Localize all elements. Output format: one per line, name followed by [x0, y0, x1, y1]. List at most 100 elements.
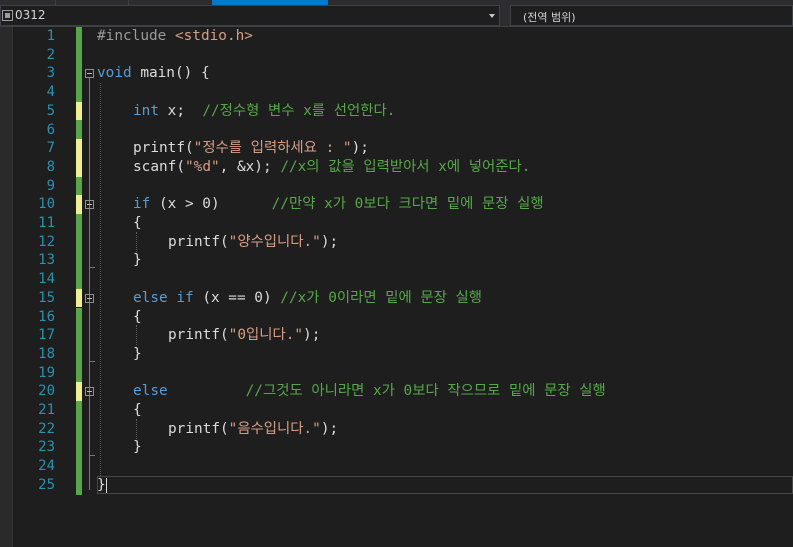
collapse-toggle-icon[interactable] — [85, 200, 94, 210]
code-text[interactable]: printf("양수입니다."); — [168, 233, 338, 252]
keyword: else — [133, 289, 168, 306]
line-number: 19 — [38, 364, 55, 381]
function-call: printf( — [168, 420, 229, 437]
code-line[interactable]: 6 — [0, 121, 793, 140]
code-text[interactable]: { — [133, 401, 142, 420]
scope-label: (전역 범위) — [523, 11, 576, 24]
code-line[interactable]: 10 if (x > 0) //만약 x가 0보다 크다면 밑에 문장 실행 — [0, 195, 793, 214]
line-number: 21 — [38, 402, 55, 418]
code-line[interactable]: 4 — [0, 83, 793, 102]
include-header: <stdio.h> — [174, 28, 253, 44]
line-number: 10 — [38, 196, 55, 213]
code-line[interactable]: 21 { — [0, 401, 793, 420]
code-line[interactable]: 24 — [0, 457, 793, 476]
line-number: 13 — [38, 252, 55, 269]
code-text[interactable]: int x; //정수형 변수 x를 선언한다. — [133, 102, 395, 121]
code-line[interactable]: 5 int x; //정수형 변수 x를 선언한다. — [0, 102, 793, 121]
code-line[interactable]: 25 } — [0, 476, 793, 495]
code-line[interactable]: 16 { — [0, 308, 793, 327]
code-line[interactable]: 13 } — [0, 251, 793, 270]
project-dropdown[interactable]: 0312 — [0, 5, 500, 26]
line-number: 6 — [46, 121, 55, 138]
line-number: 14 — [38, 271, 55, 288]
code-line[interactable]: 12 printf("양수입니다."); — [0, 233, 793, 252]
code-fragment: (x == 0) — [193, 289, 281, 306]
format-specifier: %d — [193, 158, 211, 175]
code-line[interactable]: 20 else //그것도 아니라면 x가 0보다 작으므로 밑에 문장 실행 — [0, 382, 793, 401]
line-number: 3 — [46, 65, 55, 82]
line-number: 9 — [46, 177, 55, 194]
code-line[interactable]: 3 void main() { — [0, 64, 793, 83]
line-number: 2 — [46, 46, 55, 63]
collapse-toggle-icon[interactable] — [85, 387, 94, 397]
code-line[interactable]: 14 — [0, 270, 793, 289]
comment: //그것도 아니라면 x가 0보다 작으므로 밑에 문장 실행 — [245, 383, 606, 400]
scope-dropdown[interactable]: (전역 범위) — [510, 5, 793, 26]
code-text[interactable]: #include <stdio.h> — [97, 27, 253, 46]
line-number: 18 — [38, 345, 55, 362]
code-line[interactable]: 7 printf("정수를 입력하세요 : "); — [0, 139, 793, 158]
line-number: 12 — [38, 233, 55, 250]
code-line[interactable]: 15 else if (x == 0) //x가 0이라면 밑에 문장 실행 — [0, 289, 793, 308]
code-line[interactable]: 2 — [0, 46, 793, 65]
code-text[interactable]: printf("정수를 입력하세요 : "); — [133, 139, 369, 158]
line-number: 22 — [38, 420, 55, 437]
string-quote: " — [210, 158, 220, 175]
line-number: 25 — [38, 476, 55, 493]
code-text[interactable]: } — [133, 438, 142, 457]
keyword: void — [97, 65, 132, 82]
code-text[interactable]: printf("0입니다."); — [168, 326, 320, 345]
keyword: else — [133, 383, 168, 400]
code-fragment: x; — [159, 102, 203, 119]
line-number: 20 — [38, 383, 55, 400]
code-text[interactable]: else if (x == 0) //x가 0이라면 밑에 문장 실행 — [133, 289, 482, 308]
code-line[interactable]: 17 printf("0입니다."); — [0, 326, 793, 345]
code-text[interactable]: } — [97, 476, 106, 495]
code-text[interactable]: } — [133, 251, 142, 270]
code-fragment: ); — [320, 233, 339, 250]
code-line[interactable]: 1 #include <stdio.h> — [0, 27, 793, 46]
code-line[interactable]: 23 } — [0, 438, 793, 457]
code-line[interactable]: 9 — [0, 177, 793, 196]
code-text[interactable]: scanf("%d", &x); //x의 값을 입력받아서 x에 넣어준다. — [133, 158, 530, 177]
code-text[interactable]: { — [133, 214, 142, 233]
string-literal: "0입니다." — [228, 327, 304, 344]
line-number: 24 — [38, 458, 55, 475]
function-call: printf( — [168, 327, 229, 344]
code-line[interactable]: 19 — [0, 364, 793, 383]
code-fragment: (x > 0) — [150, 196, 272, 213]
line-number: 5 — [46, 102, 55, 119]
code-fragment: ); — [351, 140, 369, 157]
chevron-down-icon[interactable] — [489, 14, 495, 18]
code-text[interactable]: void main() { — [97, 64, 210, 83]
function-call: scanf( — [133, 158, 185, 175]
keyword: if — [176, 289, 194, 306]
code-text[interactable]: { — [133, 308, 142, 327]
project-label: 0312 — [15, 8, 46, 22]
code-fragment: ); — [320, 420, 339, 437]
line-number: 17 — [38, 327, 55, 344]
code-text[interactable]: if (x > 0) //만약 x가 0보다 크다면 밑에 문장 실행 — [133, 195, 544, 214]
code-text[interactable]: else //그것도 아니라면 x가 0보다 작으므로 밑에 문장 실행 — [133, 382, 606, 401]
code-text[interactable]: } — [133, 345, 142, 364]
code-line[interactable]: 22 printf("음수입니다."); — [0, 420, 793, 439]
function-call: printf( — [133, 140, 194, 157]
project-icon — [2, 10, 13, 21]
line-number: 16 — [38, 308, 55, 325]
code-line[interactable]: 11 { — [0, 214, 793, 233]
keyword: int — [133, 102, 159, 119]
comment: //만약 x가 0보다 크다면 밑에 문장 실행 — [271, 196, 544, 213]
function-call: printf( — [168, 233, 229, 250]
code-line[interactable]: 18 } — [0, 345, 793, 364]
line-number: 15 — [38, 289, 55, 306]
line-number: 4 — [46, 84, 55, 101]
collapse-toggle-icon[interactable] — [85, 69, 94, 79]
collapse-toggle-icon[interactable] — [85, 293, 94, 303]
code-fragment: , &x); — [219, 158, 281, 175]
line-number: 1 — [46, 28, 55, 44]
line-number: 8 — [46, 158, 55, 175]
code-text[interactable]: printf("음수입니다."); — [168, 420, 338, 439]
code-line[interactable]: 8 scanf("%d", &x); //x의 값을 입력받아서 x에 넣어준다… — [0, 158, 793, 177]
code-editor[interactable]: 1 #include <stdio.h> 2 3 void main() { 4… — [0, 27, 793, 547]
string-literal: "음수입니다." — [228, 420, 321, 437]
